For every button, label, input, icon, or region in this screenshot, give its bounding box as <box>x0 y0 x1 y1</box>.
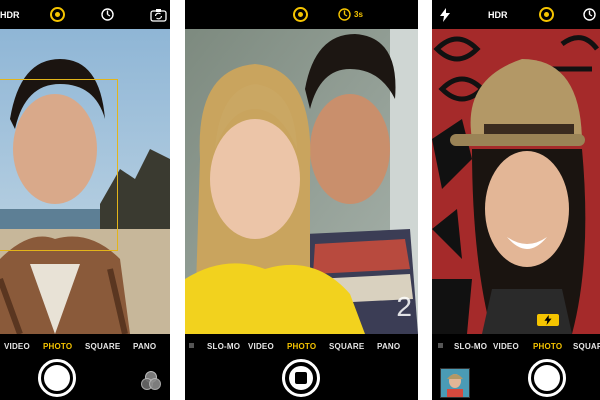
mode-pano[interactable]: PANO <box>133 334 156 360</box>
shutter-button[interactable] <box>528 359 566 397</box>
mode-overflow-indicator <box>438 343 443 348</box>
mode-square[interactable]: SQUARE <box>573 334 600 360</box>
mode-photo[interactable]: PHOTO <box>43 334 72 360</box>
mode-photo[interactable]: PHOTO <box>287 334 316 360</box>
top-bar: HDR <box>432 0 600 29</box>
live-photo-icon[interactable] <box>293 0 308 29</box>
mode-slo-mo[interactable]: SLO-MO <box>207 334 240 360</box>
camera-screen-3: HDR SLO-MO VIDEO PHOTO SQUA <box>432 0 600 400</box>
viewfinder[interactable] <box>0 29 170 334</box>
bottom-controls <box>432 359 600 400</box>
camera-screen-1: HDR VIDEO PHOTO SQUARE PANO <box>0 0 170 400</box>
mode-selector[interactable]: SLO-MO VIDEO PHOTO SQUARE <box>432 334 600 360</box>
switch-camera-icon[interactable] <box>150 0 167 29</box>
shutter-button[interactable] <box>38 359 76 397</box>
hdr-toggle[interactable]: HDR <box>488 0 508 29</box>
timer-duration: 3s <box>354 10 363 19</box>
bottom-controls <box>0 359 170 400</box>
camera-screen-2: 3s 2 SLO-MO VIDEO PHOTO SQUARE PANO <box>185 0 418 400</box>
camera-preview-image <box>432 29 600 334</box>
top-bar: HDR <box>0 0 170 29</box>
mode-square[interactable]: SQUARE <box>85 334 120 360</box>
flash-icon[interactable] <box>440 0 450 29</box>
viewfinder[interactable] <box>432 29 600 334</box>
timer-countdown: 2 <box>396 291 412 322</box>
focus-box <box>0 79 118 251</box>
filters-icon[interactable] <box>140 370 162 397</box>
mode-video[interactable]: VIDEO <box>4 334 30 360</box>
mode-overflow-indicator <box>189 343 194 348</box>
mode-slo-mo[interactable]: SLO-MO <box>454 334 487 360</box>
bottom-controls <box>185 359 418 400</box>
camera-preview-image <box>185 29 418 334</box>
viewfinder[interactable]: 2 <box>185 29 418 334</box>
mode-selector[interactable]: SLO-MO VIDEO PHOTO SQUARE PANO <box>185 334 418 360</box>
live-photo-icon[interactable] <box>539 0 554 29</box>
timer-icon[interactable] <box>100 0 115 29</box>
mode-pano[interactable]: PANO <box>377 334 400 360</box>
timer-icon[interactable]: 3s <box>337 0 363 29</box>
hdr-toggle[interactable]: HDR <box>0 0 20 29</box>
mode-video[interactable]: VIDEO <box>248 334 274 360</box>
photo-thumbnail[interactable] <box>440 368 470 398</box>
mode-photo[interactable]: PHOTO <box>533 334 562 360</box>
mode-selector[interactable]: VIDEO PHOTO SQUARE PANO <box>0 334 170 360</box>
live-photo-icon[interactable] <box>50 0 65 29</box>
mode-video[interactable]: VIDEO <box>493 334 519 360</box>
top-bar: 3s <box>185 0 418 29</box>
timer-icon[interactable] <box>582 0 597 29</box>
flash-indicator-icon <box>537 314 559 326</box>
shutter-button[interactable] <box>282 359 320 397</box>
mode-square[interactable]: SQUARE <box>329 334 364 360</box>
